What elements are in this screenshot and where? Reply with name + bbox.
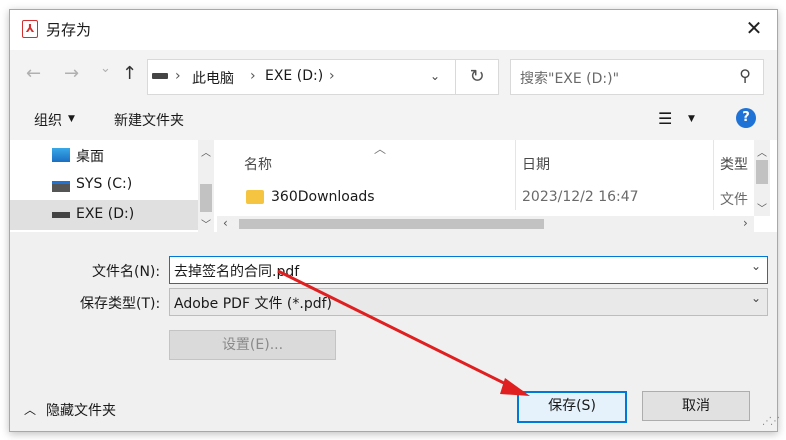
- annotation-arrow: [277, 269, 530, 396]
- annotation-arrow-head: [500, 378, 530, 396]
- annotation-arrow-shaft: [277, 269, 523, 394]
